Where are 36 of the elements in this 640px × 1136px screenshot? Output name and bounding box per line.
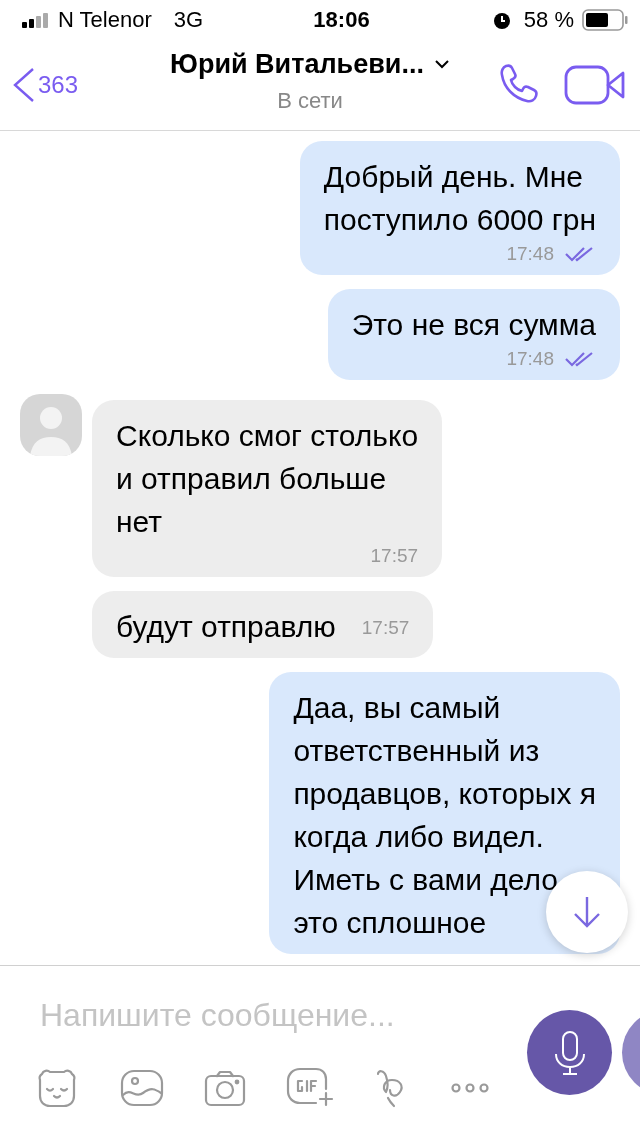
- back-chevron-icon: [12, 67, 36, 103]
- message-text-line: будут отправлю: [116, 609, 336, 645]
- message-text-line: продавцов, которых я: [293, 776, 596, 812]
- message-text-line: когда либо видел.: [293, 819, 544, 855]
- back-button[interactable]: 363: [12, 67, 122, 103]
- message-time: 17:48: [506, 348, 554, 370]
- status-time: 18:06: [313, 7, 370, 33]
- message-time: 17:48: [506, 243, 554, 265]
- message-text-line: Это не вся сумма: [351, 307, 596, 343]
- video-camera-icon[interactable]: [564, 65, 626, 105]
- carrier-name: N Telenor: [58, 7, 152, 33]
- message-text-line: Даа, вы самый: [293, 690, 501, 726]
- battery-percent: 58 %: [523, 7, 574, 33]
- more-icon[interactable]: [450, 1082, 490, 1094]
- message-time: 17:57: [361, 616, 410, 639]
- online-status: В сети: [277, 87, 343, 114]
- arrow-down-icon: [572, 895, 602, 929]
- message-text-line: Иметь с вами дело: [293, 862, 558, 898]
- chevron-down-icon[interactable]: [433, 59, 450, 69]
- network-type: 3G: [173, 7, 204, 33]
- battery-icon: [582, 9, 628, 31]
- message-input-field[interactable]: Напишите сообщение...: [38, 996, 482, 1035]
- camera-icon[interactable]: [204, 1069, 246, 1107]
- message-time: 17:57: [370, 545, 419, 567]
- microphone-icon: [552, 1029, 587, 1076]
- message-text-line: Добрый день. Мне: [323, 159, 584, 195]
- contact-name[interactable]: Юрий Витальеви...: [170, 48, 424, 80]
- message-text-line: Сколько смог столько: [116, 418, 419, 454]
- gallery-icon[interactable]: [120, 1069, 164, 1107]
- message-text-line: поступило 6000 грн: [323, 202, 596, 238]
- gif-plus-icon[interactable]: [286, 1067, 334, 1109]
- message-text-line: нет: [116, 504, 162, 540]
- message-text-line: ответственный из: [293, 733, 540, 769]
- message-text-line: это сплошное: [293, 905, 487, 941]
- alarm-icon: [491, 10, 512, 30]
- message-text-line: и отправил больше: [116, 461, 387, 497]
